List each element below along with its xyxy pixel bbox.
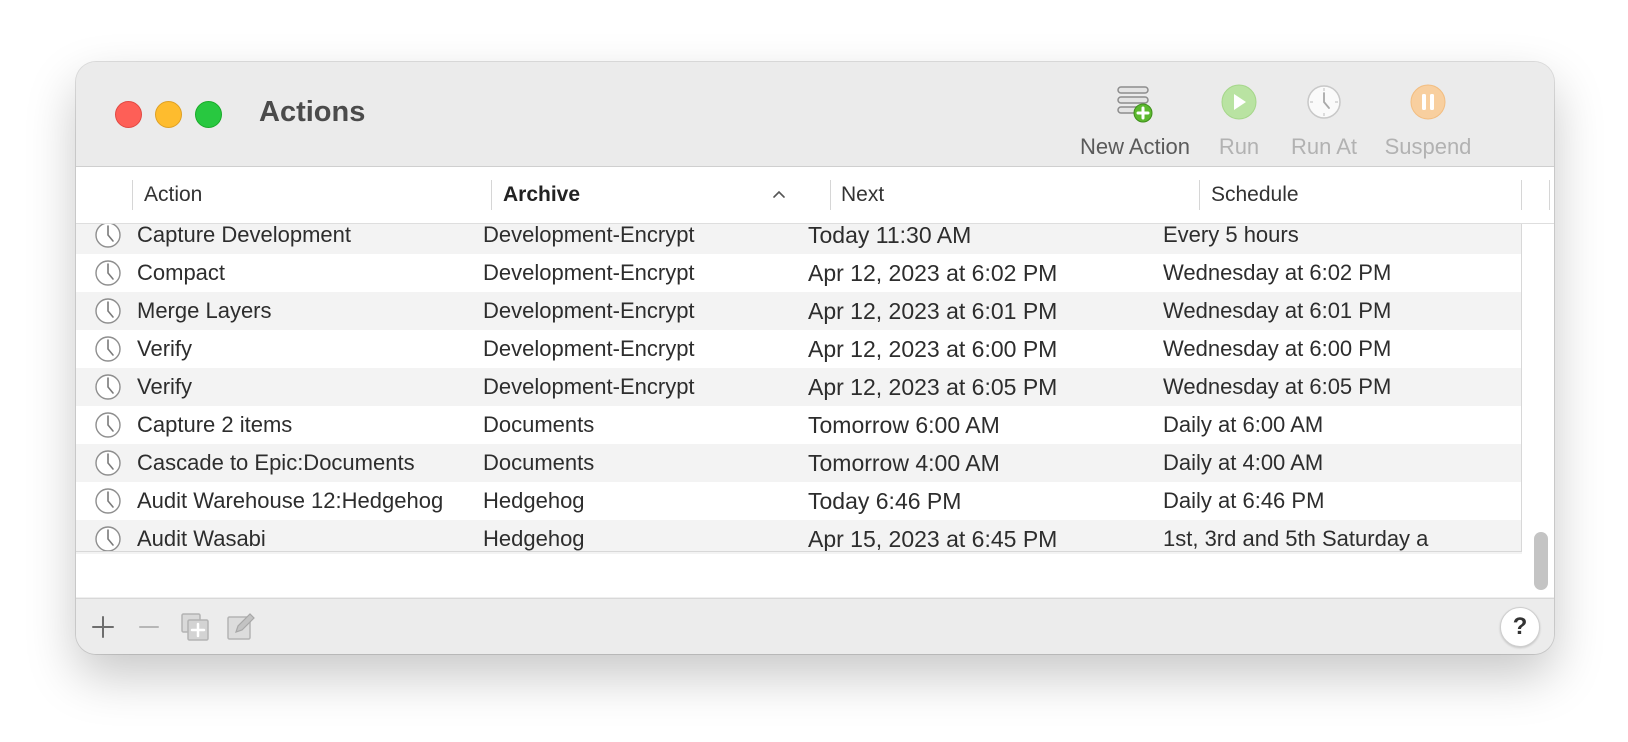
table-row[interactable]: Audit Wasabi Hedgehog Apr 15, 2023 at 6:45… [76, 520, 1522, 554]
clock-icon [95, 526, 121, 552]
cell-next: Apr 12, 2023 at 6:05 PM [808, 374, 1058, 400]
clock-icon [95, 260, 121, 286]
table-header: Action Archive Next Schedule [76, 167, 1554, 224]
cell-action: Capture Development [137, 224, 352, 247]
cell-action: Audit Warehouse 12:Hedgehog [137, 488, 444, 513]
column-header-next[interactable]: Next [841, 167, 884, 223]
cell-action: Verify [137, 336, 193, 361]
table-row[interactable]: Merge Layers Development-Encrypt Apr 12, 2… [76, 292, 1522, 330]
minimize-button[interactable] [155, 101, 182, 128]
duplicate-icon[interactable] [179, 611, 211, 643]
column-separator [830, 180, 831, 210]
cell-next: Tomorrow 6:00 AM [808, 412, 1000, 438]
table-row[interactable]: Verify Development-Encrypt Apr 12, 2023 at… [76, 368, 1522, 406]
clock-icon [1307, 85, 1341, 119]
bottom-bar: ? [76, 598, 1554, 654]
clock-icon [95, 412, 121, 438]
cell-action: Verify [137, 374, 193, 399]
minus-icon[interactable] [133, 611, 165, 643]
cell-schedule: Wednesday at 6:02 PM [1163, 260, 1392, 285]
table-row[interactable]: Verify Development-Encrypt Apr 12, 2023 at… [76, 330, 1522, 368]
cell-schedule: Wednesday at 6:05 PM [1163, 374, 1392, 399]
cell-archive: Development-Encrypt [483, 298, 695, 323]
close-button[interactable] [115, 101, 142, 128]
new-action-button[interactable]: New Action [1076, 84, 1194, 164]
cell-next: Today 11:30 AM [808, 224, 972, 248]
cell-action: Merge Layers [137, 298, 272, 323]
column-separator [491, 180, 492, 210]
cell-action: Cascade to Epic:Documents [137, 450, 415, 475]
suspend-label: Suspend [1384, 134, 1472, 159]
cell-archive: Development-Encrypt [483, 224, 695, 247]
edit-icon[interactable] [225, 611, 257, 643]
run-at-button[interactable]: Run At [1281, 84, 1367, 164]
column-separator [132, 180, 133, 210]
cell-next: Today 6:46 PM [808, 488, 962, 514]
cell-action: Audit Wasabi [137, 526, 266, 551]
column-separator [1521, 180, 1522, 210]
cell-next: Apr 12, 2023 at 6:00 PM [808, 336, 1058, 362]
cell-next: Apr 12, 2023 at 6:01 PM [808, 298, 1058, 324]
clock-icon [95, 374, 121, 400]
column-header-action[interactable]: Action [144, 167, 202, 223]
clock-icon [95, 224, 121, 248]
cell-archive: Development-Encrypt [483, 336, 695, 361]
cell-archive: Hedgehog [483, 488, 585, 513]
cell-archive: Development-Encrypt [483, 374, 695, 399]
column-header-archive[interactable]: Archive [503, 167, 580, 223]
cell-archive: Hedgehog [483, 526, 585, 551]
vertical-scrollbar[interactable] [1534, 532, 1548, 590]
actions-window: Actions New Action Run Run At Suspend Ac… [76, 62, 1554, 654]
cell-schedule: Daily at 6:46 PM [1163, 488, 1325, 513]
column-separator [1199, 180, 1200, 210]
table-bottom-border [76, 551, 1522, 552]
cell-schedule: Daily at 4:00 AM [1163, 450, 1324, 475]
table-row[interactable]: Compact Development-Encrypt Apr 12, 2023 a… [76, 254, 1522, 292]
plus-icon[interactable] [87, 611, 119, 643]
run-at-label: Run At [1290, 134, 1358, 159]
table-row[interactable]: Capture Development Development-Encrypt To… [76, 224, 1522, 254]
actions-table: Action Archive Next Schedule Capture Dev… [76, 167, 1554, 597]
new-action-label: New Action [1079, 134, 1191, 159]
table-body[interactable]: Capture Development Development-Encrypt To… [76, 224, 1522, 554]
column-separator [1549, 180, 1550, 210]
cell-schedule: Wednesday at 6:00 PM [1163, 336, 1392, 361]
run-button[interactable]: Run [1209, 84, 1269, 164]
cell-schedule: Daily at 6:00 AM [1163, 412, 1324, 437]
cell-archive: Documents [483, 450, 595, 475]
pause-icon [1410, 84, 1446, 120]
window-title: Actions [259, 96, 366, 128]
clock-icon [95, 336, 121, 362]
stack-plus-icon [1117, 86, 1153, 123]
cell-archive: Development-Encrypt [483, 260, 695, 285]
run-label: Run [1218, 134, 1260, 159]
table-row[interactable]: Capture 2 items Documents Tomorrow 6:00 AM… [76, 406, 1522, 444]
play-icon [1221, 84, 1257, 120]
cell-next: Tomorrow 4:00 AM [808, 450, 1000, 476]
cell-next: Apr 12, 2023 at 6:02 PM [808, 260, 1058, 286]
clock-icon [95, 488, 121, 514]
table-right-edge [1521, 224, 1522, 552]
table-row[interactable]: Audit Warehouse 12:Hedgehog Hedgehog Today… [76, 482, 1522, 520]
help-button[interactable]: ? [1500, 607, 1540, 647]
cell-action: Compact [137, 260, 226, 285]
cell-next: Apr 15, 2023 at 6:45 PM [808, 526, 1058, 552]
sort-ascending-icon [773, 190, 785, 198]
cell-schedule: Every 5 hours [1163, 224, 1299, 247]
clock-icon [95, 298, 121, 324]
cell-schedule: 1st, 3rd and 5th Saturday a [1163, 526, 1429, 551]
cell-action: Capture 2 items [137, 412, 293, 437]
title-bar: Actions New Action Run Run At Suspend [76, 62, 1554, 167]
zoom-button[interactable] [195, 101, 222, 128]
clock-icon [95, 450, 121, 476]
cell-schedule: Wednesday at 6:01 PM [1163, 298, 1392, 323]
table-row[interactable]: Cascade to Epic:Documents Documents Tomorr… [76, 444, 1522, 482]
suspend-button[interactable]: Suspend [1379, 84, 1477, 164]
cell-archive: Documents [483, 412, 595, 437]
column-header-schedule[interactable]: Schedule [1211, 167, 1299, 223]
